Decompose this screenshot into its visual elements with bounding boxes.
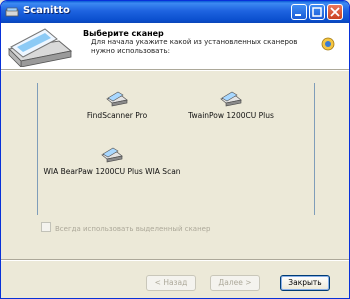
maximize-icon — [312, 7, 322, 17]
scanner-item-wia-bearpaw[interactable]: WIA BearPaw 1200CU Plus WIA Scan — [42, 147, 182, 176]
always-use-scanner-option[interactable]: Всегда использовать выделенный сканер — [41, 222, 210, 233]
close-window-button[interactable] — [327, 4, 343, 20]
always-use-checkbox[interactable] — [41, 222, 51, 232]
back-button[interactable]: < Назад — [146, 275, 196, 291]
scanner-icon — [101, 147, 123, 163]
scanner-app-icon — [5, 7, 19, 17]
flatbed-scanner-icon — [7, 28, 73, 67]
scanner-list[interactable]: FindScanner Pro TwainPow 1200CU Plus WIA… — [37, 83, 315, 215]
scanner-item-twainpow[interactable]: TwainPow 1200CU Plus — [176, 91, 286, 120]
next-button[interactable]: Далее > — [210, 275, 260, 291]
scanitto-window: Scanitto Выберите сканер Для начала укаж… — [0, 0, 350, 299]
close-icon — [330, 7, 340, 17]
title-bar[interactable]: Scanitto — [1, 1, 349, 23]
wizard-header: Выберите сканер Для начала укажите какой… — [1, 23, 349, 70]
minimize-button[interactable] — [291, 4, 307, 20]
scanner-label: TwainPow 1200CU Plus — [188, 111, 274, 120]
help-icon[interactable] — [321, 37, 335, 51]
header-title: Выберите сканер — [83, 29, 164, 38]
header-subtitle: Для начала укажите какой из установленны… — [91, 38, 298, 55]
close-button[interactable]: Закрыть — [280, 275, 330, 291]
window-title: Scanitto — [23, 5, 70, 16]
scanner-icon — [220, 91, 242, 107]
maximize-button[interactable] — [309, 4, 325, 20]
scanner-label: WIA BearPaw 1200CU Plus WIA Scan — [43, 167, 181, 176]
always-use-label: Всегда использовать выделенный сканер — [55, 225, 211, 233]
footer-separator — [1, 259, 349, 261]
scanner-item-findscanner[interactable]: FindScanner Pro — [72, 91, 162, 120]
minimize-icon — [295, 14, 301, 16]
scanner-label: FindScanner Pro — [86, 111, 148, 120]
scanner-icon — [106, 91, 128, 107]
header-separator — [1, 70, 349, 71]
